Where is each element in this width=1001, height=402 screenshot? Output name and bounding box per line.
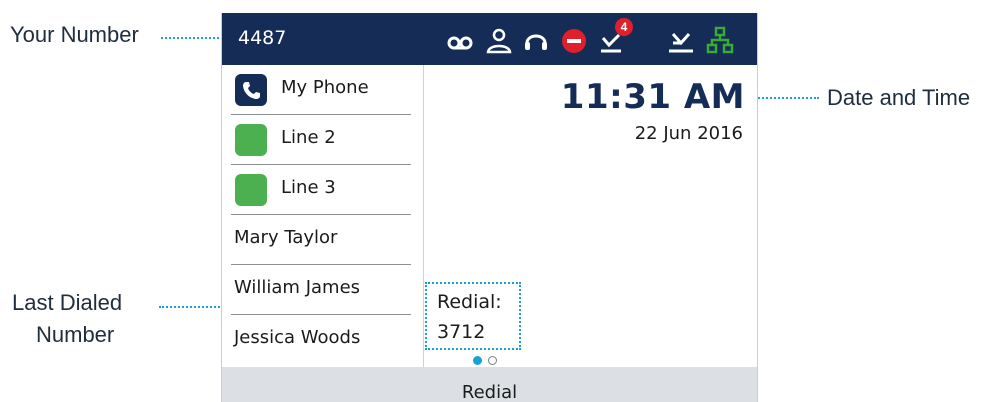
callout-line-date-and-time (751, 97, 819, 99)
page-indicator-inactive[interactable] (488, 356, 497, 365)
clock-date: 22 Jun 2016 (634, 123, 743, 144)
placed-calls-icon[interactable] (667, 26, 695, 54)
missed-calls-badge: 4 (615, 18, 633, 36)
voicemail-icon[interactable] (446, 26, 474, 54)
do-not-disturb-icon[interactable] (560, 26, 588, 54)
last-dialed-highlight (425, 282, 521, 350)
phone-screen: 4487 4 My Phone Line 2 Line 3 Mary Taylo… (221, 13, 758, 402)
extension-number: 4487 (238, 27, 287, 49)
line-key-william-james[interactable]: William James (231, 265, 411, 315)
callout-last-dialed-line2: Number (36, 322, 115, 347)
line-label: My Phone (281, 77, 369, 98)
line-label: Line 2 (281, 127, 336, 148)
line-key-line-3[interactable]: Line 3 (231, 165, 411, 215)
line-key-jessica-woods[interactable]: Jessica Woods (231, 315, 411, 365)
page-indicator-active (473, 356, 482, 365)
callout-line-your-number (161, 37, 223, 39)
line-label: Mary Taylor (234, 227, 338, 248)
line-label: William James (234, 277, 361, 298)
status-bar: 4487 4 (222, 13, 757, 65)
line-key-my-phone[interactable]: My Phone (231, 65, 411, 115)
callout-date-and-time: Date and Time (827, 85, 971, 110)
headset-icon[interactable] (522, 26, 550, 54)
redial-softkey[interactable]: Redial (462, 382, 517, 402)
line-status-icon (235, 174, 267, 206)
line-key-mary-taylor[interactable]: Mary Taylor (231, 215, 411, 265)
line-keys-panel: My Phone Line 2 Line 3 Mary Taylor Willi… (222, 65, 424, 367)
phone-icon (235, 74, 267, 106)
softkey-bar: Redial (222, 367, 757, 402)
callout-last-dialed-line1: Last Dialed (12, 290, 123, 315)
callout-your-number: Your Number (10, 22, 139, 47)
line-label: Line 3 (281, 177, 336, 198)
network-icon[interactable] (706, 26, 734, 54)
line-label: Jessica Woods (234, 327, 361, 348)
clock-time: 11:31 AM (560, 77, 745, 117)
contacts-icon[interactable] (485, 26, 513, 54)
line-status-icon (235, 124, 267, 156)
line-key-line-2[interactable]: Line 2 (231, 115, 411, 165)
